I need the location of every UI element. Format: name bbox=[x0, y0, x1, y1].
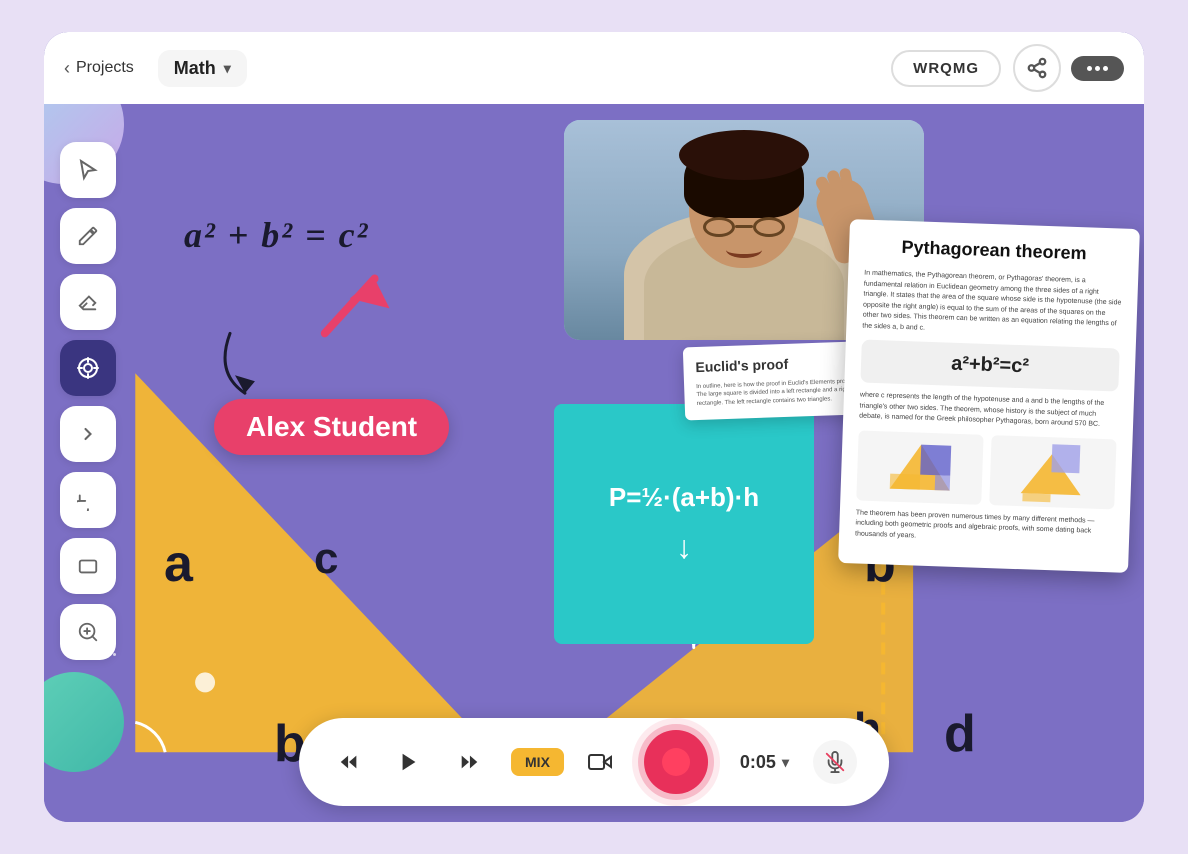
rewind-button[interactable] bbox=[331, 744, 367, 780]
dot-1 bbox=[1087, 66, 1092, 71]
app-container: ‹ Projects Math ▾ WRQMG bbox=[44, 32, 1144, 822]
next-tool[interactable] bbox=[60, 406, 116, 462]
doc-image-2 bbox=[989, 435, 1116, 509]
timer-display: 0:05 ▾ bbox=[740, 752, 789, 773]
back-button[interactable]: ‹ Projects bbox=[64, 58, 134, 79]
top-bar: ‹ Projects Math ▾ WRQMG bbox=[44, 32, 1144, 104]
left-toolbar bbox=[60, 142, 122, 660]
formula-down-arrow: ↓ bbox=[676, 529, 692, 566]
letter-d-lower: d bbox=[944, 704, 976, 764]
math-formula: a² + b² = c² bbox=[184, 214, 369, 256]
fast-forward-button[interactable] bbox=[451, 744, 487, 780]
share-button[interactable] bbox=[1013, 44, 1061, 92]
eraser-tool[interactable] bbox=[60, 274, 116, 330]
zoom-tool[interactable] bbox=[60, 604, 116, 660]
doc-body-text: In mathematics, the Pythagorean theorem,… bbox=[862, 269, 1122, 341]
student-name-label: Alex Student bbox=[214, 399, 449, 455]
projects-label: Projects bbox=[76, 59, 134, 77]
back-icon: ‹ bbox=[64, 58, 70, 79]
bottom-control-bar: MIX 0:05 ▾ bbox=[299, 718, 889, 806]
formula-text: a² + b² = c² bbox=[184, 215, 369, 255]
timer-value: 0:05 bbox=[740, 752, 776, 773]
canvas-area: a² + b² = c² Alex Student a b c b c h d … bbox=[44, 104, 1144, 822]
more-button[interactable] bbox=[1071, 56, 1124, 81]
trapezoid-formula: P=½·(a+b)·h bbox=[609, 482, 759, 513]
doc-extra-text: The theorem has been proven numerous tim… bbox=[855, 508, 1114, 548]
record-indicator bbox=[662, 748, 690, 776]
doc-images bbox=[856, 430, 1116, 509]
record-button[interactable] bbox=[644, 730, 708, 794]
target-tool[interactable] bbox=[60, 340, 116, 396]
dot-2 bbox=[1095, 66, 1100, 71]
chevron-down-icon: ▾ bbox=[224, 60, 231, 77]
letter-a-left: a bbox=[164, 534, 193, 594]
project-name: Math bbox=[174, 58, 216, 79]
doc-image-1 bbox=[856, 430, 983, 504]
doc-formula: a²+b²=c² bbox=[860, 340, 1119, 392]
pointer-tool[interactable] bbox=[60, 142, 116, 198]
letter-c-hyp: c bbox=[314, 534, 338, 584]
mute-button[interactable] bbox=[813, 740, 857, 784]
doc-title: Pythagorean theorem bbox=[865, 236, 1124, 266]
rectangle-tool[interactable] bbox=[60, 538, 116, 594]
timer-chevron-icon[interactable]: ▾ bbox=[782, 754, 789, 771]
mix-button[interactable]: MIX bbox=[511, 748, 564, 776]
room-code-badge: WRQMG bbox=[891, 50, 1001, 87]
doc-more-text: where c represents the length of the hyp… bbox=[859, 390, 1118, 430]
play-button[interactable] bbox=[391, 744, 427, 780]
undo-tool[interactable] bbox=[60, 472, 116, 528]
dot-3 bbox=[1103, 66, 1108, 71]
camera-button[interactable] bbox=[588, 750, 612, 774]
teal-formula-box: P=½·(a+b)·h ↓ bbox=[554, 404, 814, 644]
document-card-main: Pythagorean theorem In mathematics, the … bbox=[838, 219, 1140, 573]
pen-tool[interactable] bbox=[60, 208, 116, 264]
project-dropdown[interactable]: Math ▾ bbox=[158, 50, 247, 87]
